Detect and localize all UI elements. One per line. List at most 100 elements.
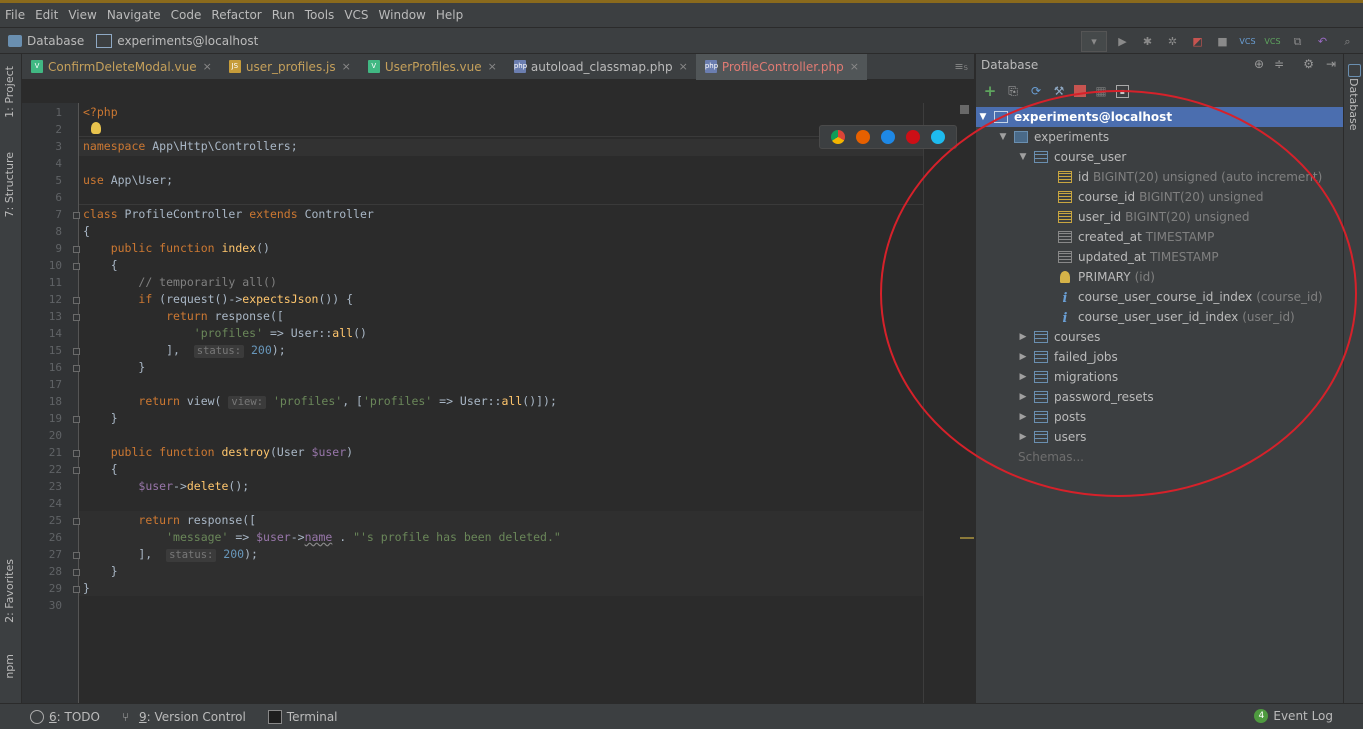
menu-window[interactable]: Window [374,8,431,22]
menu-code[interactable]: Code [166,8,207,22]
fold-marker[interactable] [73,569,80,576]
stop-icon[interactable]: ■ [1213,32,1232,51]
tree-node-index[interactable]: i course_user_user_id_index (user_id) [976,307,1295,327]
lightbulb-icon[interactable] [91,122,101,134]
fold-marker[interactable] [73,314,80,321]
tree-node-primary-key[interactable]: PRIMARY (id) [976,267,1155,287]
tree-node-column[interactable]: id BIGINT(20) unsigned (auto increment) [976,167,1322,187]
close-icon[interactable]: × [850,60,859,73]
fold-marker[interactable] [73,297,80,304]
breadcrumb-connection[interactable]: experiments@localhost [84,33,258,48]
run-icon[interactable]: ▶ [1113,32,1132,51]
expand-arrow-icon[interactable]: ▼ [1018,152,1028,162]
tab-user-profiles-js[interactable]: JS user_profiles.js × [220,54,359,80]
tree-node-schema[interactable]: ▼ experiments [976,127,1110,147]
tree-node-index[interactable]: i course_user_course_id_index (course_id) [976,287,1323,307]
fold-marker[interactable] [73,518,80,525]
schemas-link[interactable]: Schemas... [976,447,1084,467]
tool-project[interactable]: 1: Project [3,66,16,118]
tab-user-profiles-vue[interactable]: V UserProfiles.vue × [359,54,505,80]
search-icon[interactable]: ⌕ [1338,32,1357,51]
tool-database[interactable]: Database [1347,78,1360,131]
todo-tool-button[interactable]: 6: TODO [30,709,100,724]
menu-navigate[interactable]: Navigate [102,8,166,22]
opera-icon[interactable] [905,130,920,144]
fold-marker[interactable] [73,348,80,355]
tree-node-table[interactable]: ▼ course_user [976,147,1127,167]
close-icon[interactable]: × [203,60,212,73]
fold-marker[interactable] [73,365,80,372]
table-icon[interactable]: ▦ [1093,83,1109,99]
vcs-commit-icon[interactable]: VCS [1263,32,1282,51]
fold-marker[interactable] [73,263,80,270]
tree-node-table[interactable]: ▶ posts [976,407,1087,427]
tree-node-column[interactable]: user_id BIGINT(20) unsigned [976,207,1250,227]
vcs-compare-icon[interactable]: ⧉ [1288,32,1307,51]
tree-node-column[interactable]: created_at TIMESTAMP [976,227,1214,247]
collapse-arrow-icon[interactable]: ▶ [1018,352,1028,362]
revert-icon[interactable]: ↶ [1313,32,1332,51]
expand-arrow-icon[interactable]: ▼ [978,112,988,122]
target-icon[interactable]: ⊕ [1254,57,1264,71]
coverage-icon[interactable]: ✲ [1163,32,1182,51]
hide-panel-icon[interactable]: ⇥ [1326,57,1336,71]
breadcrumb-database[interactable]: Database [0,34,84,48]
safari-icon[interactable] [880,130,895,144]
tree-node-connection[interactable]: ▼ experiments@localhost [976,107,1346,127]
close-icon[interactable]: × [488,60,497,73]
collapse-arrow-icon[interactable]: ▶ [1018,332,1028,342]
collapse-arrow-icon[interactable]: ▶ [1018,392,1028,402]
menu-help[interactable]: Help [431,8,468,22]
add-icon[interactable]: + [982,83,998,99]
version-control-tool-button[interactable]: ⑂ 9: Version Control [122,710,246,724]
tab-autoload-classmap[interactable]: php autoload_classmap.php × [505,54,696,80]
event-log-button[interactable]: 4 Event Log [1254,709,1333,723]
terminal-tool-button[interactable]: Terminal [267,709,338,724]
fold-marker[interactable] [73,467,80,474]
tool-npm[interactable]: npm [3,654,16,679]
gear-icon[interactable]: ⚙ [1303,57,1314,71]
warning-stripe[interactable] [960,537,974,539]
fold-marker[interactable] [73,212,80,219]
tree-node-table[interactable]: ▶ courses [976,327,1101,347]
tab-profile-controller[interactable]: php ProfileController.php × [695,53,867,80]
expand-arrow-icon[interactable]: ▼ [998,132,1008,142]
tree-node-column[interactable]: updated_at TIMESTAMP [976,247,1219,267]
collapse-arrow-icon[interactable]: ▶ [1018,372,1028,382]
tool-structure[interactable]: 7: Structure [3,152,16,217]
tool-favorites[interactable]: 2: Favorites [3,559,16,623]
menu-run[interactable]: Run [267,8,300,22]
code-editor[interactable]: 1 2 3 4 5 6 7 8 9 10 11 12 13 14 15 16 17 18 19 20 21 22 23 24 2… [22,103,974,703]
firefox-icon[interactable] [856,130,871,144]
copy-icon[interactable]: ⎘ [1005,83,1021,99]
chrome-icon[interactable] [831,130,846,144]
menu-edit[interactable]: Edit [30,8,63,22]
profile-icon[interactable]: ◩ [1188,32,1207,51]
tree-node-table[interactable]: ▶ failed_jobs [976,347,1118,367]
tree-node-column[interactable]: course_id BIGINT(20) unsigned [976,187,1263,207]
inspection-status-icon[interactable] [960,105,969,114]
console-icon[interactable]: ▪ [1116,84,1129,98]
menu-file[interactable]: File [0,8,30,22]
fold-marker[interactable] [73,552,80,559]
menu-vcs[interactable]: VCS [339,8,373,22]
fold-marker[interactable] [73,450,80,457]
run-config-dropdown[interactable]: ▾ [1081,31,1107,52]
fold-marker[interactable] [73,246,80,253]
close-icon[interactable]: × [342,60,351,73]
collapse-arrow-icon[interactable]: ▶ [1018,432,1028,442]
tab-overflow-icon[interactable]: ≡₅ [954,60,968,73]
disconnect-icon[interactable] [1074,85,1086,97]
menu-tools[interactable]: Tools [300,8,340,22]
close-icon[interactable]: × [679,60,688,73]
refresh-icon[interactable]: ⟳ [1028,83,1044,99]
fold-marker[interactable] [73,586,80,593]
tab-confirm-delete-modal[interactable]: V ConfirmDeleteModal.vue × [22,54,220,80]
fold-marker[interactable] [73,416,80,423]
debug-icon[interactable]: ✱ [1138,32,1157,51]
collapse-icon[interactable]: ≑ [1274,57,1284,71]
tree-node-table[interactable]: ▶ password_resets [976,387,1154,407]
ie-icon[interactable] [930,130,945,144]
tree-node-table[interactable]: ▶ migrations [976,367,1119,387]
menu-refactor[interactable]: Refactor [206,8,266,22]
